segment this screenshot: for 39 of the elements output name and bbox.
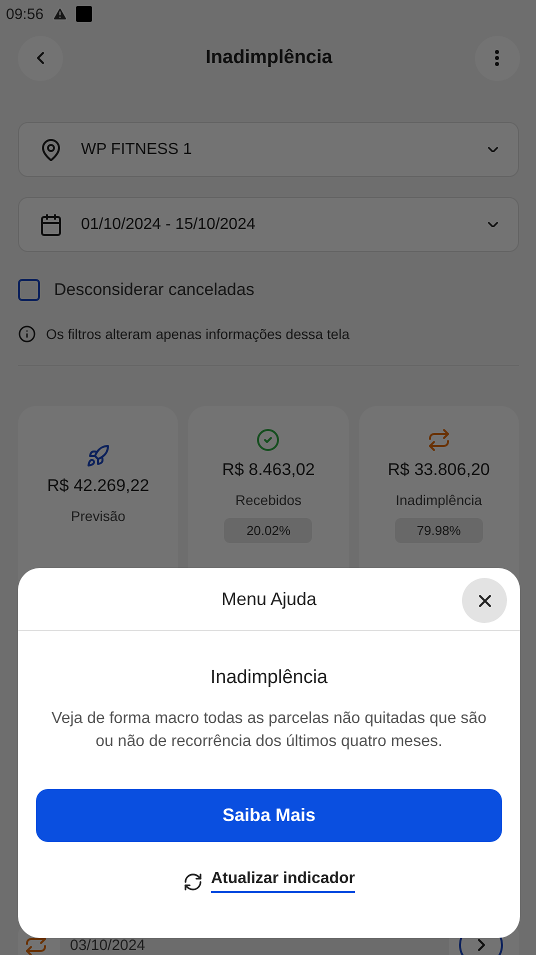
close-button[interactable] <box>462 578 507 623</box>
unit-value: WP FITNESS 1 <box>81 140 193 158</box>
more-icon <box>495 50 500 66</box>
help-text: Veja de forma macro todas as parcelas não quitadas que são ou não de recorrência dos últimos quatro meses. <box>50 709 488 752</box>
date-range-select[interactable]: 01/10/2024 - 15/10/2024 <box>18 197 519 252</box>
refresh-icon <box>182 872 203 892</box>
chevron-down-icon <box>488 146 498 152</box>
amount: R$ 8.463,02 <box>222 460 315 480</box>
date-range-value: 01/10/2024 - 15/10/2024 <box>81 216 256 234</box>
card-label: Recebidos <box>235 492 302 508</box>
notification-icon <box>76 6 92 22</box>
amount: R$ 33.806,20 <box>388 460 490 480</box>
page-title: Inadimplência <box>206 47 332 69</box>
calendar-icon <box>39 212 63 236</box>
chevron-right-icon <box>478 939 484 951</box>
close-icon <box>478 594 490 606</box>
info-icon <box>18 325 36 343</box>
row-date: 03/10/2024 <box>70 936 146 954</box>
rocket-icon <box>86 444 110 468</box>
checkbox[interactable] <box>18 279 40 301</box>
checkbox-label: Desconsiderar canceladas <box>54 280 254 300</box>
repeat-icon <box>426 428 451 452</box>
warning-icon <box>52 6 68 22</box>
percent-badge: 79.98% <box>394 518 483 543</box>
unit-select[interactable]: WP FITNESS 1 <box>18 122 519 177</box>
filter-note: Os filtros alteram apenas informações dessa tela <box>46 326 350 342</box>
amount: R$ 42.269,22 <box>47 476 150 496</box>
chevron-down-icon <box>488 222 498 228</box>
check-circle-icon <box>256 428 280 452</box>
learn-more-button[interactable]: Saiba Mais <box>36 789 502 842</box>
card-label: Inadimplência <box>396 492 482 508</box>
percent-badge: 20.02% <box>224 518 312 543</box>
sheet-title: Menu Ajuda <box>221 588 317 610</box>
status-time: 09:56 <box>6 6 44 22</box>
refresh-link[interactable]: Atualizar indicador <box>210 870 356 893</box>
back-icon <box>37 52 44 64</box>
card-label: Previsão <box>70 508 126 524</box>
help-heading: Inadimplência <box>210 667 328 689</box>
location-pin-icon <box>39 138 63 162</box>
